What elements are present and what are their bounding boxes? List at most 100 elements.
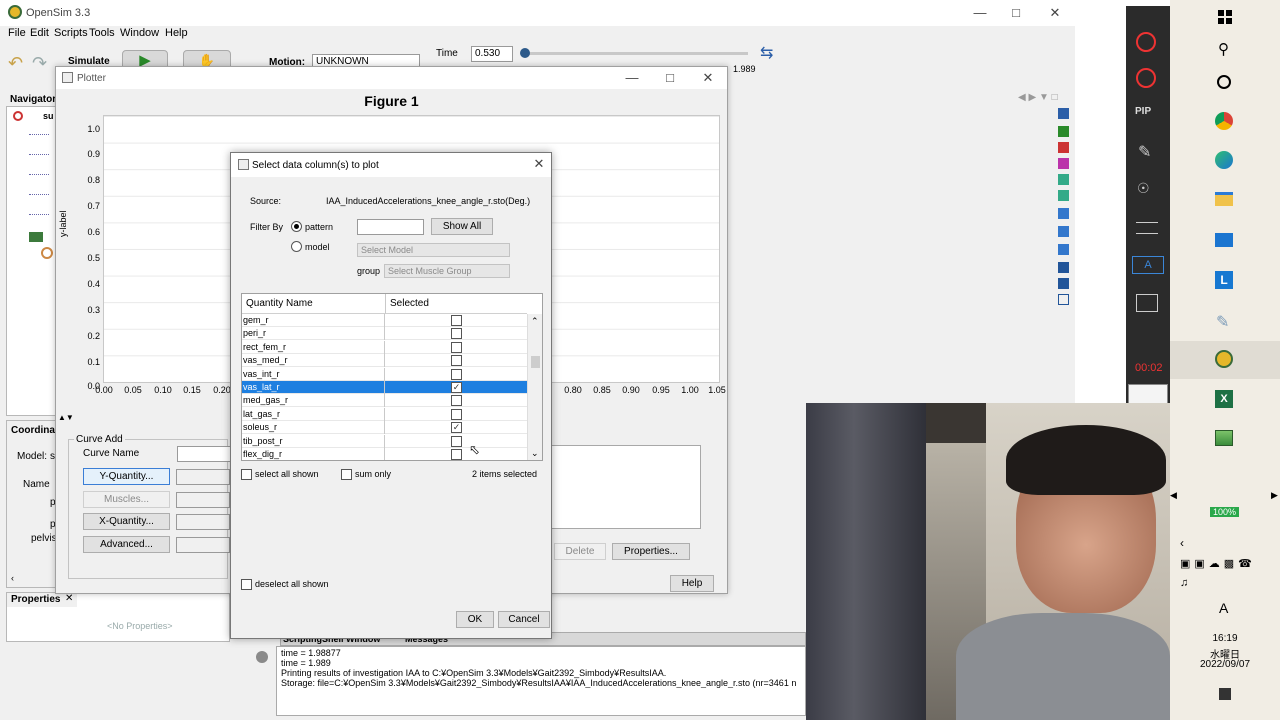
cortana-icon[interactable] — [1217, 75, 1231, 89]
mail-icon[interactable] — [1215, 233, 1233, 247]
table-row[interactable]: soleus_r ✓ — [242, 421, 527, 435]
tray-chevron-icon[interactable]: ‹ — [1180, 536, 1184, 550]
selected-checkbox[interactable] — [451, 449, 462, 460]
muscles-button[interactable]: Muscles... — [83, 491, 170, 508]
selected-checkbox[interactable] — [451, 408, 462, 420]
model-radio[interactable] — [291, 241, 302, 252]
windows-start-icon[interactable] — [1218, 10, 1232, 24]
curve-name-input[interactable] — [177, 446, 233, 462]
settings-sliders-icon[interactable] — [1136, 222, 1158, 234]
file-explorer-icon[interactable] — [1215, 192, 1233, 206]
view-tool-icon[interactable] — [1058, 142, 1069, 153]
selected-checkbox[interactable]: ✓ — [451, 382, 462, 393]
table-row[interactable]: vas_lat_r ✓ — [242, 381, 527, 394]
muscles-field[interactable] — [176, 492, 230, 508]
splitter-arrows-icon[interactable]: ▲▼ — [58, 413, 74, 422]
table-row[interactable]: tib_post_r — [242, 434, 527, 448]
col-selected-header[interactable]: Selected — [386, 294, 527, 314]
dialog-close-button[interactable]: ✕ — [529, 155, 549, 173]
view-tool-icon[interactable] — [1058, 244, 1069, 255]
speaker-icon[interactable]: ♫ — [1180, 577, 1188, 589]
cancel-button[interactable]: Cancel — [498, 611, 550, 628]
eye-icon[interactable]: ☉ — [1137, 180, 1150, 197]
menu-edit[interactable]: Edit — [30, 27, 49, 39]
notification-icon[interactable] — [1219, 688, 1231, 700]
view-tool-icon[interactable] — [1058, 226, 1069, 237]
tree-node-icon[interactable] — [41, 247, 53, 259]
pen-icon[interactable]: ✎ — [1138, 142, 1151, 162]
scroll-down-icon[interactable]: ⌄ — [531, 448, 539, 459]
table-row[interactable]: vas_int_r — [242, 367, 527, 381]
selected-checkbox[interactable] — [451, 355, 462, 367]
select-muscle-group-combo[interactable]: Select Muscle Group — [384, 264, 510, 278]
tray-icons[interactable]: ▣▣☁▩☎ — [1180, 557, 1256, 570]
nav-arrows-icon[interactable]: ◀ ▶ ▼ □ — [1018, 92, 1058, 103]
scroll-right-icon[interactable]: ▶ — [1271, 490, 1278, 501]
plotter-minimize-button[interactable]: — — [622, 69, 642, 87]
minimize-button[interactable]: — — [970, 4, 990, 22]
table-row[interactable]: vas_med_r — [242, 354, 527, 368]
ime-indicator[interactable]: A — [1219, 600, 1228, 616]
table-row[interactable]: med_gas_r — [242, 394, 527, 408]
selected-checkbox[interactable] — [451, 341, 462, 353]
tree-node-icon[interactable] — [29, 207, 49, 215]
view-tool-icon[interactable] — [1058, 108, 1069, 119]
text-tool-icon[interactable]: A — [1132, 256, 1164, 274]
table-row[interactable]: rect_fem_r — [242, 340, 527, 354]
selected-checkbox[interactable] — [451, 368, 462, 380]
deselect-all-shown-checkbox[interactable] — [241, 579, 252, 590]
search-icon[interactable]: ⚲ — [1218, 40, 1229, 58]
x-quantity-field[interactable] — [176, 514, 230, 530]
properties-close-icon[interactable]: ✕ — [65, 593, 73, 604]
view-tool-icon[interactable] — [1058, 278, 1069, 289]
show-all-button[interactable]: Show All — [431, 218, 493, 235]
scroll-left-icon[interactable]: ◀ — [1170, 490, 1177, 501]
edge-icon[interactable] — [1215, 151, 1233, 169]
properties-button[interactable]: Properties... — [612, 543, 690, 560]
help-button[interactable]: Help — [670, 575, 714, 592]
tree-root-icon[interactable] — [13, 111, 23, 121]
maximize-button[interactable]: □ — [1006, 4, 1026, 22]
webcam-frame-icon[interactable] — [1136, 294, 1158, 312]
close-button[interactable]: ✕ — [1045, 4, 1065, 22]
tree-node-icon[interactable] — [29, 187, 49, 195]
view-tool-icon[interactable] — [1058, 158, 1069, 169]
paint-icon[interactable]: ✎ — [1216, 312, 1229, 332]
plotter-close-button[interactable]: ✕ — [698, 69, 718, 87]
selected-checkbox[interactable] — [451, 435, 462, 447]
stop-record-icon[interactable] — [1136, 68, 1156, 88]
table-scrollbar[interactable]: ⌃ ⌄ — [527, 314, 542, 460]
scroll-left-icon[interactable]: ‹ — [11, 573, 14, 583]
time-slider-thumb[interactable] — [520, 48, 530, 58]
loop-icon[interactable]: ⇆ — [760, 43, 773, 63]
console-stop-icon[interactable] — [256, 651, 268, 663]
table-row[interactable]: gem_r — [242, 314, 527, 327]
scroll-thumb[interactable] — [531, 356, 540, 368]
y-quantity-field[interactable] — [176, 469, 230, 485]
quantity-table[interactable]: Quantity Name Selected gem_r peri_r rect_f… — [241, 293, 543, 461]
clock-date[interactable]: 2022/09/07 — [1170, 659, 1280, 670]
delete-button[interactable]: Delete — [554, 543, 606, 560]
col-quantity-header[interactable]: Quantity Name — [242, 294, 386, 314]
image-viewer-icon[interactable] — [1215, 430, 1233, 446]
table-row[interactable]: lat_gas_r — [242, 407, 527, 421]
tree-node-icon[interactable] — [29, 127, 49, 135]
advanced-field[interactable] — [176, 537, 230, 553]
tree-node-icon[interactable] — [29, 232, 43, 242]
view-tool-icon[interactable] — [1058, 190, 1069, 201]
opensim-taskbar-icon[interactable] — [1215, 350, 1233, 368]
tree-node-icon[interactable] — [29, 167, 49, 175]
view-tool-icon[interactable] — [1058, 294, 1069, 305]
view-tool-icon[interactable] — [1058, 126, 1069, 137]
selected-checkbox[interactable] — [451, 328, 462, 340]
pattern-radio[interactable] — [291, 221, 302, 232]
selected-checkbox[interactable] — [451, 315, 462, 326]
time-slider-track[interactable] — [522, 52, 748, 55]
scroll-up-icon[interactable]: ⌃ — [531, 316, 539, 327]
advanced-button[interactable]: Advanced... — [83, 536, 170, 553]
menu-tools[interactable]: Tools — [89, 27, 115, 39]
view-tool-icon[interactable] — [1058, 208, 1069, 219]
excel-icon[interactable]: X — [1215, 390, 1233, 408]
selected-checkbox[interactable]: ✓ — [451, 422, 462, 434]
menu-help[interactable]: Help — [165, 27, 188, 39]
